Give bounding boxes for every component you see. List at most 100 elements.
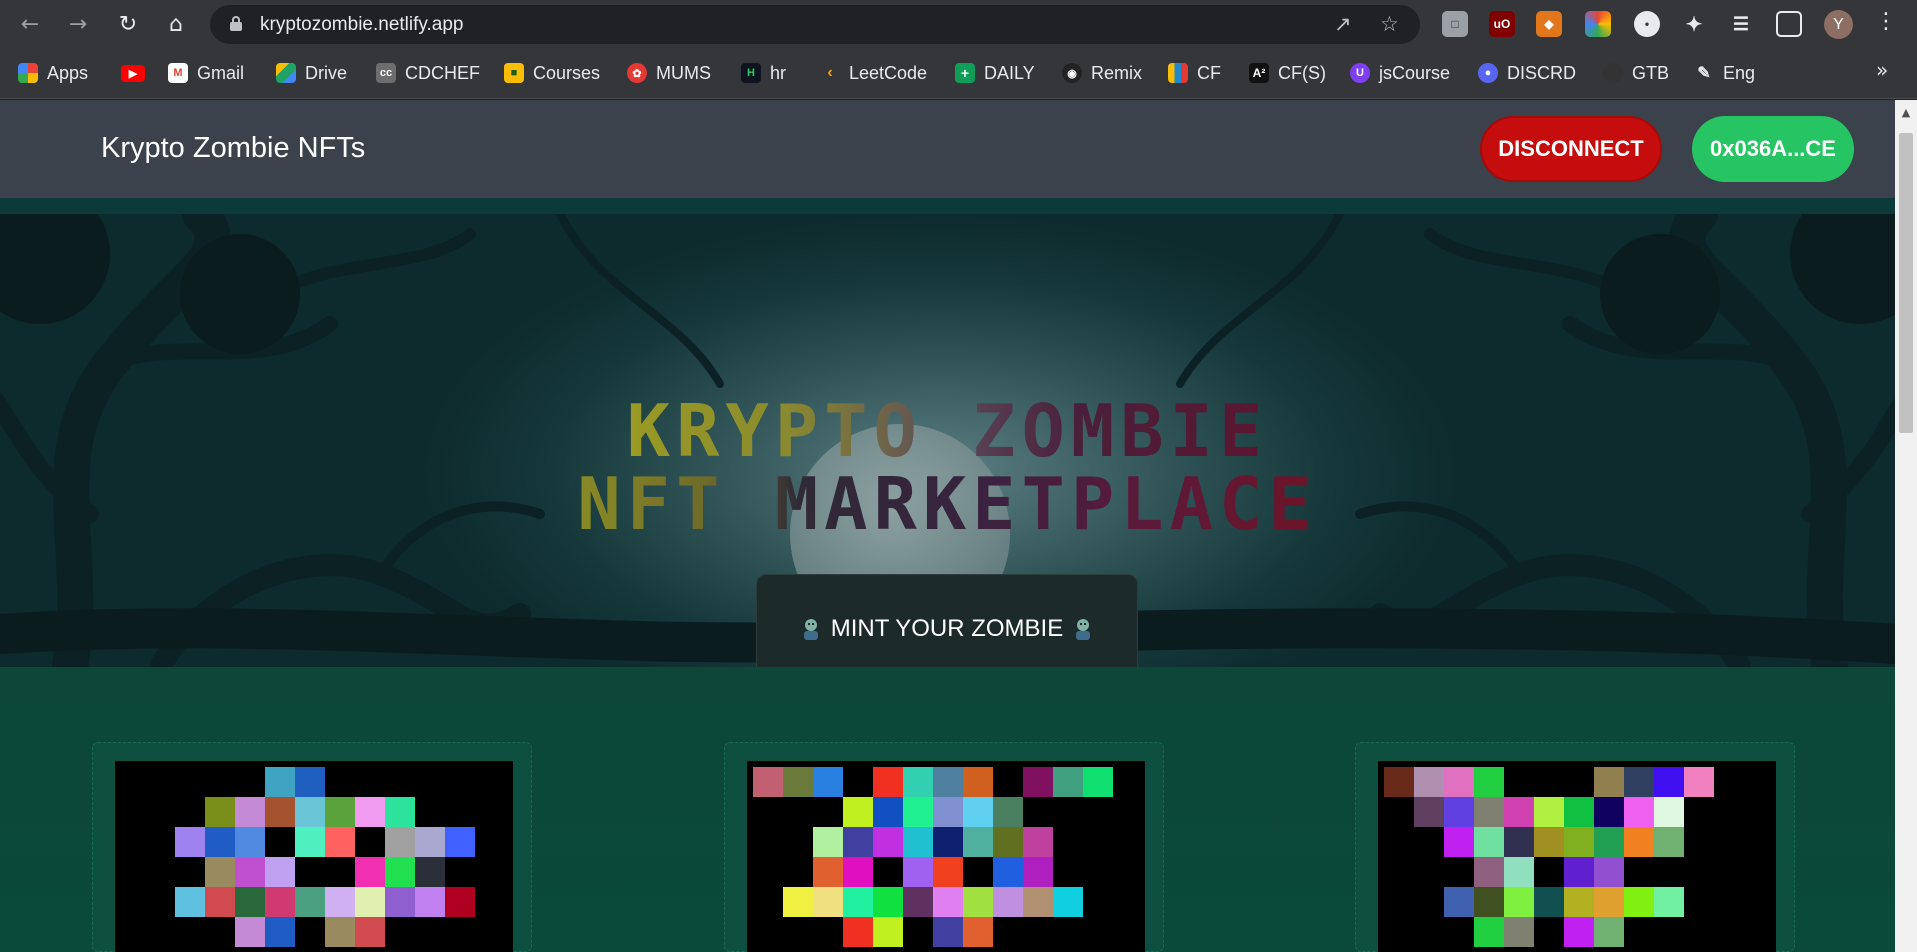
metamask-icon[interactable]: ◆ [1536,11,1562,37]
bookmark-gmail[interactable]: M Gmail [168,59,244,87]
nft-pixel [843,917,873,947]
browser-toolbar: ← → ↻ ⌂ kryptozombie.netlify.app ↗ ☆ □ u… [0,0,1917,49]
url-text[interactable]: kryptozombie.netlify.app [260,14,463,36]
extension-ghost-icon[interactable]: □ [1442,11,1468,37]
nft-pixel [235,857,265,887]
nft-pixel [1504,857,1534,887]
nft-pixel [963,917,993,947]
side-panel-icon[interactable] [1776,11,1802,37]
bookmark-jscourse[interactable]: U jsCourse [1350,59,1450,87]
bookmark-apps[interactable]: Apps [18,59,88,87]
wallet-address-button[interactable]: 0x036A...CE [1692,116,1854,182]
nft-pixel [753,767,783,797]
nft-pixel [265,857,295,887]
mint-zombie-button[interactable]: MINT YOUR ZOMBIE [756,574,1138,667]
bookmark-drive[interactable]: Drive [276,59,347,87]
nft-pixel [1444,767,1474,797]
color-picker-icon[interactable] [1585,11,1611,37]
bookmark-remix[interactable]: ◉ Remix [1062,59,1142,87]
nft-pixel [1534,887,1564,917]
bookmark-cdchef[interactable]: cc CDCHEF [376,59,480,87]
nft-pixel [1384,767,1414,797]
address-bar[interactable]: kryptozombie.netlify.app ↗ ☆ [210,5,1420,44]
nft-pixel [813,767,843,797]
scroll-thumb[interactable] [1899,133,1913,433]
disconnect-button[interactable]: DISCONNECT [1480,116,1662,182]
nft-pixel [1414,797,1444,827]
bookmark-cfs[interactable]: A² CF(S) [1249,59,1326,87]
nft-pixel [445,887,475,917]
nft-pixel [1083,767,1113,797]
share-icon[interactable]: ↗ [1334,12,1352,36]
nft-pixel [933,917,963,947]
nft-pixel [1594,857,1624,887]
nft-pixel [843,887,873,917]
atcoder-icon: A² [1249,63,1269,83]
extension-circle-icon[interactable]: • [1634,11,1660,37]
nft-pixel [1504,917,1534,947]
nft-pixel-image[interactable] [1378,761,1776,952]
nft-card[interactable] [1355,742,1795,952]
app-title[interactable]: Krypto Zombie NFTs [101,132,365,165]
nft-pixel [1023,827,1053,857]
media-queue-icon[interactable]: ☰ [1728,11,1754,37]
bookmark-gtb[interactable]: GTB [1603,59,1669,87]
nft-pixel [175,887,205,917]
menu-kebab-icon[interactable]: ⋮ [1875,9,1897,34]
forward-icon[interactable]: → [63,9,93,39]
nft-pixel [1654,887,1684,917]
bookmark-youtube[interactable]: ▶ [121,59,154,87]
bookmark-discrd[interactable]: ● DISCRD [1478,59,1576,87]
home-icon[interactable]: ⌂ [161,9,191,39]
lock-icon[interactable] [230,16,242,32]
nft-pixel [385,857,415,887]
sheets-icon: + [955,63,975,83]
nft-pixel [1414,767,1444,797]
nft-pixel [813,887,843,917]
profile-avatar[interactable]: Y [1824,10,1853,39]
ublock-icon[interactable]: uO [1489,11,1515,37]
nft-pixel [1594,887,1624,917]
nft-pixel [1444,827,1474,857]
nft-pixel [963,827,993,857]
bookmark-eng[interactable]: ✎ Eng [1694,59,1755,87]
page-viewport: Krypto Zombie NFTs DISCONNECT 0x036A...C… [0,100,1895,952]
nft-pixel [295,767,325,797]
nft-pixel [843,797,873,827]
nft-pixel [175,827,205,857]
page-scrollbar[interactable]: ▲ [1895,100,1917,952]
youtube-icon: ▶ [121,64,145,82]
back-icon[interactable]: ← [15,9,45,39]
discord-icon: ● [1478,63,1498,83]
nft-pixel [295,827,325,857]
nft-pixel [1624,827,1654,857]
nft-pixel [903,887,933,917]
bookmarks-overflow-icon[interactable]: » [1876,58,1888,82]
extensions-puzzle-icon[interactable]: ✦ [1681,11,1707,37]
nft-pixel-image[interactable] [115,761,513,952]
scroll-up-arrow-icon[interactable]: ▲ [1895,106,1917,119]
nft-pixel [993,857,1023,887]
nft-card[interactable] [92,742,532,952]
bookmark-daily[interactable]: + DAILY [955,59,1035,87]
nft-card[interactable] [724,742,1164,952]
nft-pixel [265,767,295,797]
nft-pixel [1594,827,1624,857]
nft-pixel [813,827,843,857]
reload-icon[interactable]: ↻ [113,9,143,39]
nft-pixel [1053,887,1083,917]
github-icon [1603,63,1623,83]
nft-pixel-image[interactable] [747,761,1145,952]
bookmark-leetcode[interactable]: ‹ LeetCode [820,59,927,87]
bookmark-mums[interactable]: ✿ MUMS [627,59,711,87]
nft-pixel [415,827,445,857]
nft-pixel [1654,827,1684,857]
bookmark-courses[interactable]: ■ Courses [504,59,600,87]
bookmark-star-icon[interactable]: ☆ [1380,12,1399,36]
bookmark-cf[interactable]: CF [1168,59,1221,87]
nft-pixel [1474,797,1504,827]
classroom-icon: ■ [504,63,524,83]
nft-pixel [1023,887,1053,917]
bookmark-hr[interactable]: H hr [741,59,786,87]
nft-pixel [235,797,265,827]
